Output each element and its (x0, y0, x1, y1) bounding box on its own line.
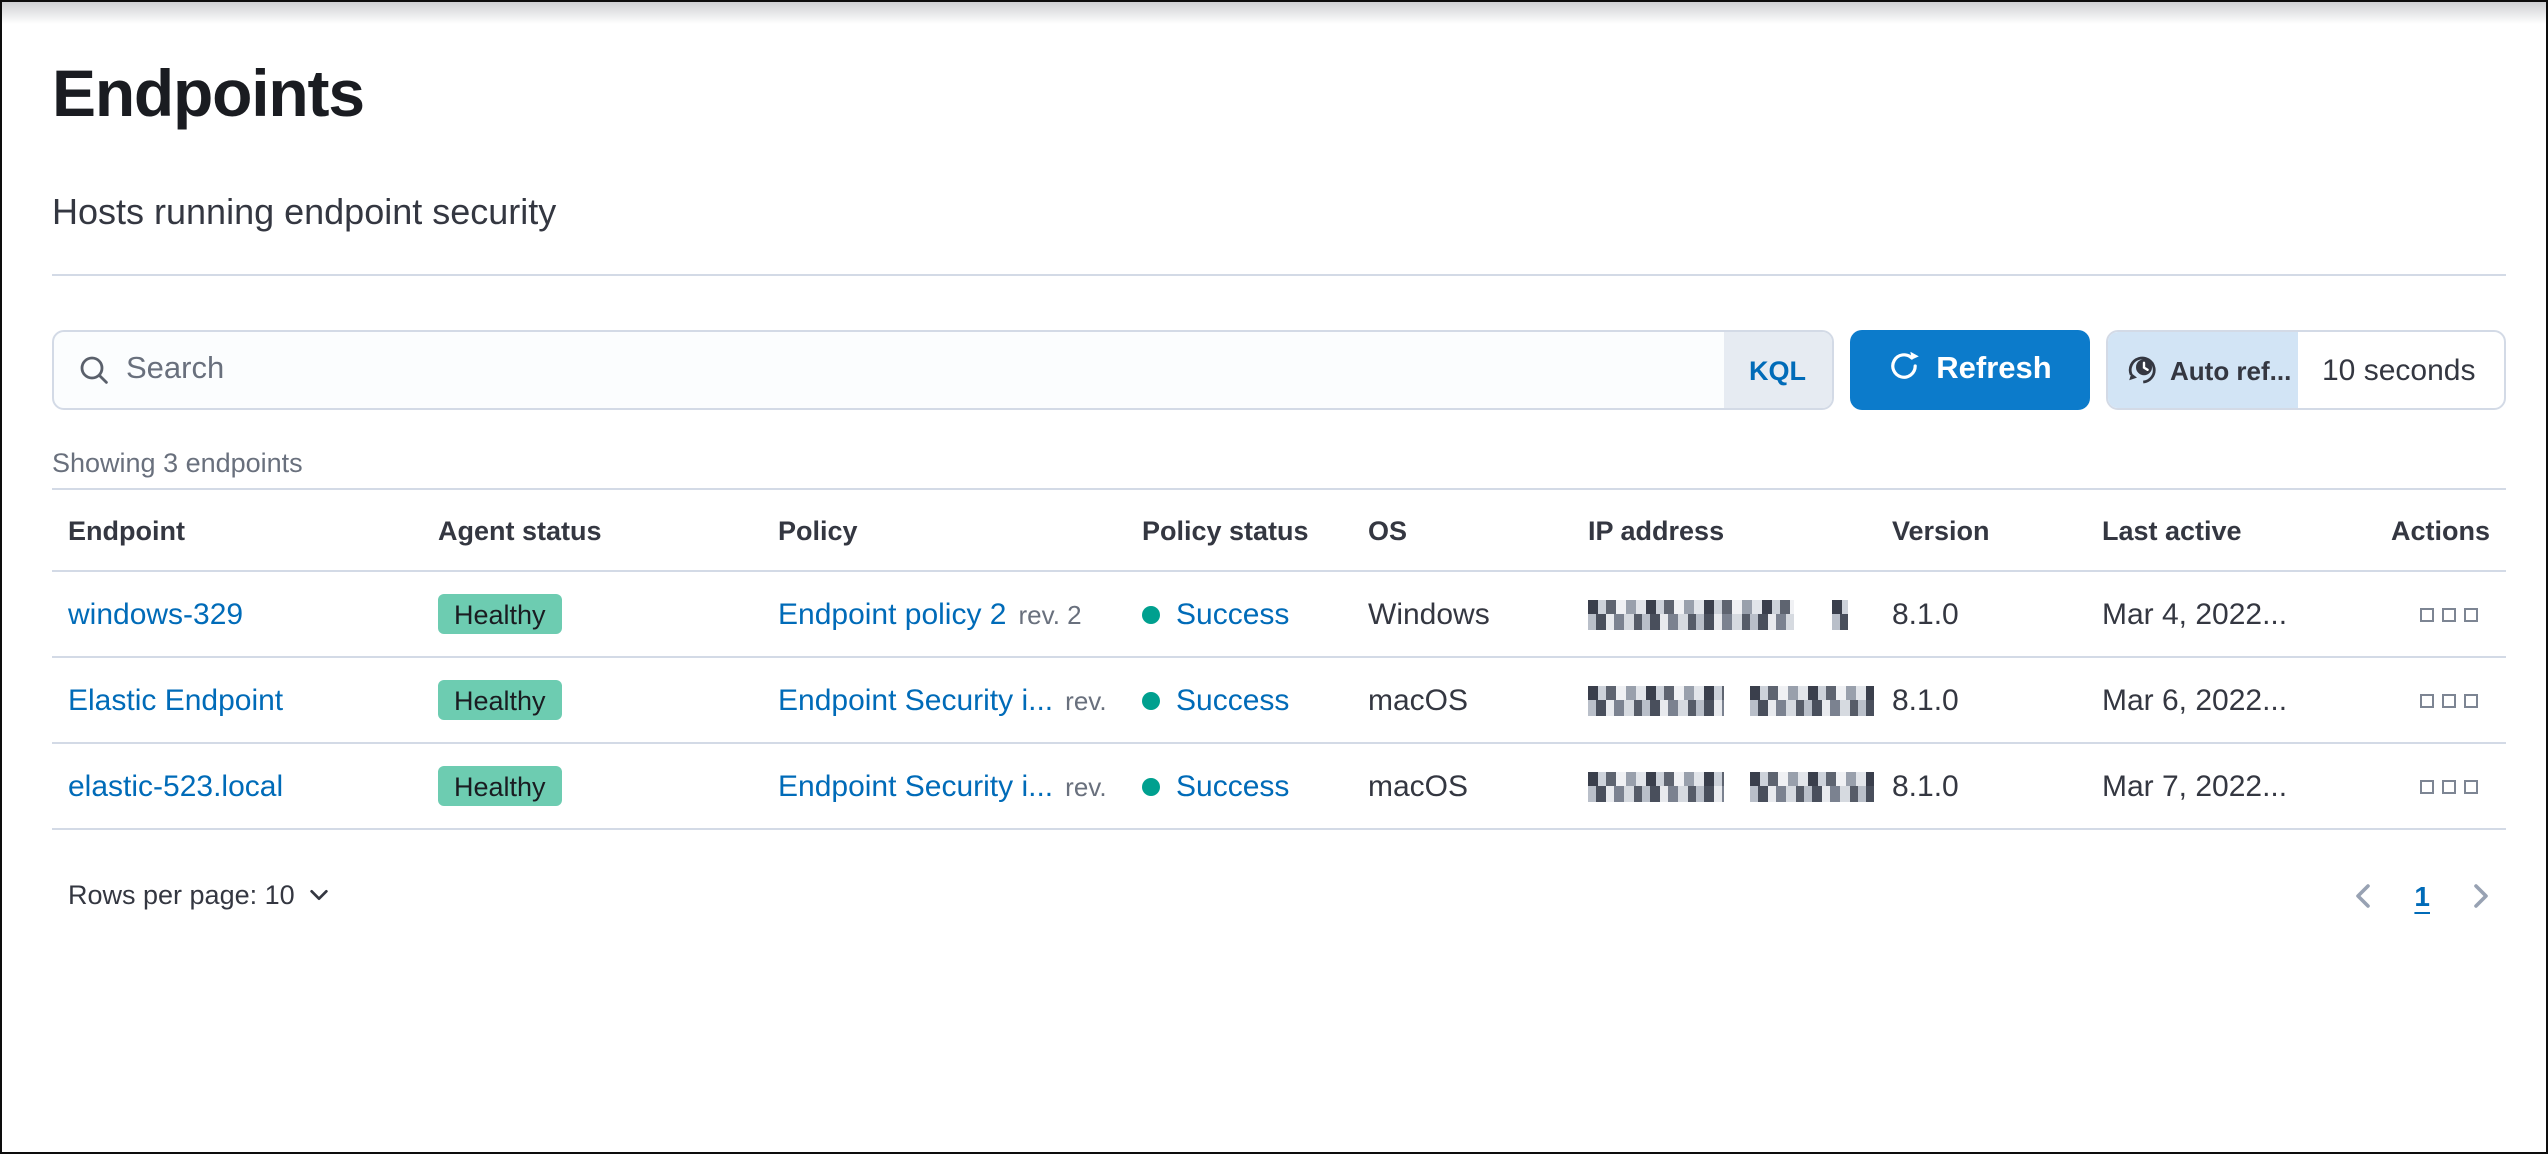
boxes-horizontal-icon (2420, 779, 2434, 793)
agent-status-badge: Healthy (438, 680, 562, 720)
redacted-ip-mosaic (1750, 771, 1874, 801)
ip-address-cell (1572, 685, 1876, 715)
table-row: Elastic Endpoint Healthy Endpoint Securi… (52, 658, 2506, 744)
column-header-policy: Policy (778, 515, 858, 545)
previous-page-button[interactable] (2346, 877, 2382, 913)
chevron-left-icon (2350, 881, 2378, 909)
page-title: Endpoints (52, 56, 365, 130)
refresh-label: Refresh (1936, 352, 2052, 386)
os-cell: macOS (1368, 769, 1469, 803)
policy-link[interactable]: Endpoint policy 2 (778, 597, 1007, 631)
endpoints-table: Endpoint Agent status Policy Policy stat… (52, 488, 2506, 830)
pagination: 1 (2346, 875, 2498, 915)
endpoint-link[interactable]: elastic-523.local (68, 769, 283, 803)
row-actions-button[interactable] (2408, 685, 2490, 715)
kql-badge[interactable]: KQL (1723, 332, 1832, 408)
redacted-ip-mosaic (1588, 771, 1724, 801)
policy-revision: rev. 2 (1018, 599, 1082, 629)
boxes-horizontal-icon (2420, 607, 2434, 621)
endpoint-link[interactable]: Elastic Endpoint (68, 683, 283, 717)
header-divider (52, 274, 2506, 276)
os-cell: Windows (1368, 597, 1490, 631)
policy-status-dot (1142, 777, 1160, 795)
version-cell: 8.1.0 (1892, 769, 1959, 803)
policy-status-link[interactable]: Success (1176, 769, 1289, 803)
policy-status-dot (1142, 605, 1160, 623)
endpoint-link[interactable]: windows-329 (68, 597, 243, 631)
policy-link[interactable]: Endpoint Security i... (778, 769, 1053, 803)
column-header-agent-status: Agent status (438, 515, 602, 545)
refresh-icon (1888, 349, 1920, 391)
version-cell: 8.1.0 (1892, 597, 1959, 631)
last-active-cell: Mar 4, 2022... (2102, 597, 2288, 631)
policy-status-dot (1142, 691, 1160, 709)
refresh-button[interactable]: Refresh (1850, 330, 2090, 410)
column-header-policy-status: Policy status (1142, 515, 1309, 545)
policy-link[interactable]: Endpoint Security i... (778, 683, 1053, 717)
redacted-ip-mosaic (1588, 685, 1724, 715)
version-cell: 8.1.0 (1892, 683, 1959, 717)
policy-revision: rev. (1065, 685, 1107, 715)
rows-per-page-label: Rows per page: 10 (68, 880, 295, 910)
table-row: elastic-523.local Healthy Endpoint Secur… (52, 744, 2506, 830)
column-header-os: OS (1368, 515, 1408, 545)
chevron-right-icon (2466, 881, 2494, 909)
chevron-down-icon (309, 884, 331, 906)
rows-per-page-button[interactable]: Rows per page: 10 (52, 872, 347, 918)
auto-refresh-toggle[interactable]: Auto ref... (2108, 332, 2298, 408)
time-refresh-icon (2126, 354, 2158, 386)
ip-address-cell (1572, 599, 1876, 629)
search-box[interactable]: KQL (52, 330, 1834, 410)
ip-address-cell (1572, 771, 1876, 801)
auto-refresh-interval-select[interactable]: 10 seconds (2298, 332, 2504, 408)
next-page-button[interactable] (2462, 877, 2498, 913)
column-header-ip-address: IP address (1588, 515, 1725, 545)
endpoints-page: Endpoints Hosts running endpoint securit… (2, 54, 2546, 918)
search-input[interactable] (126, 332, 1723, 408)
last-active-cell: Mar 6, 2022... (2102, 683, 2288, 717)
agent-status-badge: Healthy (438, 594, 562, 634)
policy-status-link[interactable]: Success (1176, 683, 1289, 717)
search-icon (78, 332, 110, 408)
redacted-ip-mosaic (1588, 599, 1794, 629)
os-cell: macOS (1368, 683, 1469, 717)
toolbar: KQL Refresh Auto ref... 10 seconds (52, 330, 2506, 410)
auto-refresh-control: Auto ref... 10 seconds (2106, 330, 2506, 410)
last-active-cell: Mar 7, 2022... (2102, 769, 2288, 803)
table-pagination-bar: Rows per page: 10 1 (52, 872, 2506, 918)
policy-revision: rev. (1065, 771, 1107, 801)
row-actions-button[interactable] (2408, 771, 2490, 801)
table-row: windows-329 Healthy Endpoint policy 2 rev… (52, 572, 2506, 658)
redacted-ip-mosaic (1750, 685, 1874, 715)
table-header-row: Endpoint Agent status Policy Policy stat… (52, 490, 2506, 572)
page-number-1[interactable]: 1 (2406, 875, 2438, 915)
auto-refresh-label: Auto ref... (2170, 355, 2292, 385)
page-subtitle: Hosts running endpoint security (52, 192, 557, 232)
redacted-ip-mosaic (1832, 599, 1848, 629)
column-header-version: Version (1892, 515, 1990, 545)
results-summary: Showing 3 endpoints (52, 448, 303, 478)
agent-status-badge: Healthy (438, 766, 562, 806)
policy-status-link[interactable]: Success (1176, 597, 1289, 631)
window-top-shadow (2, 2, 2546, 24)
boxes-horizontal-icon (2420, 693, 2434, 707)
column-header-actions: Actions (2390, 515, 2490, 545)
app-window: Endpoints Hosts running endpoint securit… (0, 0, 2548, 1154)
row-actions-button[interactable] (2408, 599, 2490, 629)
column-header-last-active: Last active (2102, 515, 2242, 545)
column-header-endpoint[interactable]: Endpoint (52, 515, 422, 545)
